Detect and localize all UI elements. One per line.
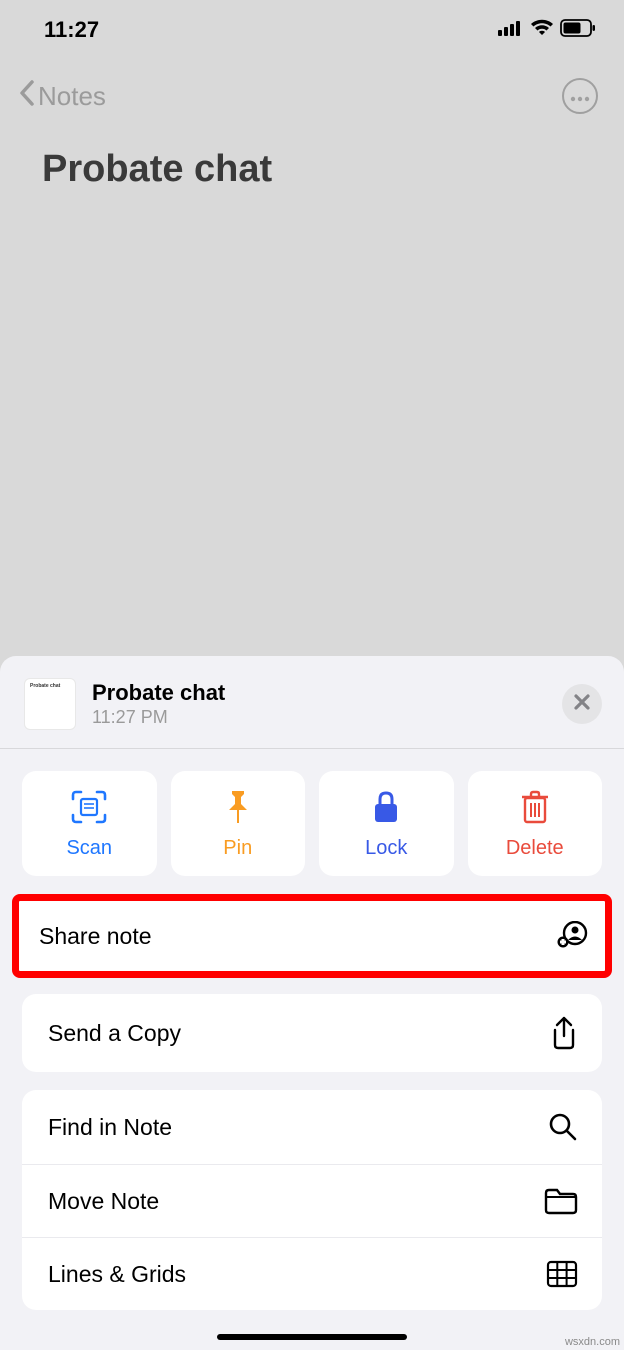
share-note-highlight: Share note [12,894,612,978]
pin-label: Pin [223,837,252,860]
grid-icon [544,1260,578,1288]
search-icon [544,1112,578,1142]
find-in-note-item[interactable]: Find in Note [22,1090,602,1165]
sheet-subtitle: 11:27 PM [92,707,546,728]
lock-button[interactable]: Lock [319,771,454,876]
lock-label: Lock [365,837,407,860]
more-button[interactable] [562,78,598,114]
share-note-item[interactable]: Share note [19,901,605,971]
scan-button[interactable]: Scan [22,771,157,876]
status-icons [498,19,596,42]
sheet-header: Probate chat Probate chat 11:27 PM [0,674,624,748]
nav-bar: Notes [0,54,624,126]
home-indicator[interactable] [217,1334,407,1340]
chevron-left-icon [18,79,36,114]
delete-button[interactable]: Delete [468,771,603,876]
share-icon [544,1016,578,1050]
find-label: Find in Note [48,1114,172,1141]
move-note-item[interactable]: Move Note [22,1165,602,1238]
lines-label: Lines & Grids [48,1261,186,1288]
share-note-label: Share note [39,923,152,950]
sheet-title-block: Probate chat 11:27 PM [92,680,546,728]
cellular-icon [498,20,524,41]
close-button[interactable] [562,684,602,724]
pin-button[interactable]: Pin [171,771,306,876]
trash-icon [520,789,550,825]
action-sheet: Probate chat Probate chat 11:27 PM Scan … [0,656,624,1350]
back-button[interactable]: Notes [18,79,106,114]
folder-icon [544,1187,578,1215]
send-copy-item[interactable]: Send a Copy [22,994,602,1072]
menu-group-2: Find in Note Move Note Lines & Grids [22,1090,602,1310]
delete-label: Delete [506,837,564,860]
scan-icon [70,789,108,825]
send-copy-label: Send a Copy [48,1020,181,1047]
close-icon [573,691,591,717]
watermark: wsxdn.com [565,1336,620,1348]
status-time: 11:27 [44,17,99,43]
note-thumbnail: Probate chat [24,678,76,730]
ellipsis-icon [570,85,590,108]
collaborate-icon [555,921,589,951]
battery-icon [560,19,596,42]
send-copy-group: Send a Copy [22,994,602,1072]
status-bar: 11:27 [0,0,624,54]
quick-actions: Scan Pin Lock Delete [0,749,624,896]
move-label: Move Note [48,1188,159,1215]
wifi-icon [530,19,554,42]
lines-grids-item[interactable]: Lines & Grids [22,1238,602,1310]
note-title: Probate chat [0,126,624,213]
pin-icon [225,789,251,825]
back-label: Notes [38,81,106,112]
lock-icon [372,789,400,825]
sheet-title: Probate chat [92,680,546,706]
scan-label: Scan [66,837,112,860]
